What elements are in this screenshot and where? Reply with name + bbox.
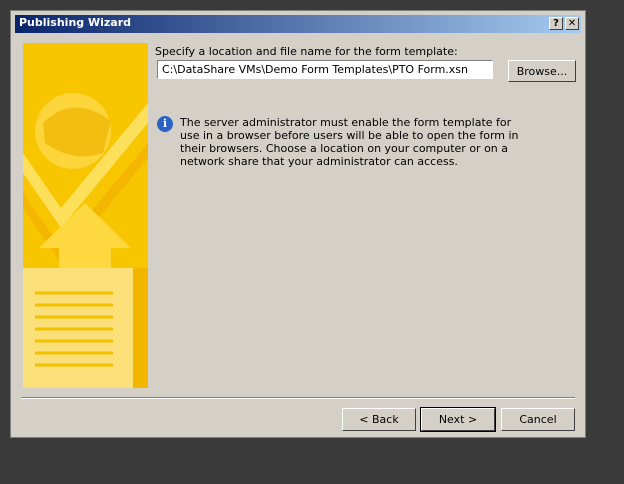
footer-separator — [21, 397, 575, 399]
info-message: The server administrator must enable the… — [180, 116, 519, 168]
window-title: Publishing Wizard — [19, 16, 132, 29]
file-path-input[interactable] — [157, 60, 493, 79]
wizard-banner-image — [23, 43, 148, 388]
cancel-button[interactable]: Cancel — [501, 408, 575, 431]
info-icon: i — [157, 116, 173, 132]
help-button[interactable]: ? — [549, 17, 563, 30]
publishing-wizard-window: Publishing Wizard ? ✕ Specify a location… — [10, 10, 586, 438]
title-bar[interactable]: Publishing Wizard ? ✕ — [15, 15, 581, 33]
close-button[interactable]: ✕ — [565, 17, 579, 30]
next-button[interactable]: Next > — [420, 407, 496, 432]
back-button[interactable]: < Back — [342, 408, 416, 431]
browse-button[interactable]: Browse... — [508, 60, 576, 82]
location-label: Specify a location and file name for the… — [155, 45, 458, 58]
